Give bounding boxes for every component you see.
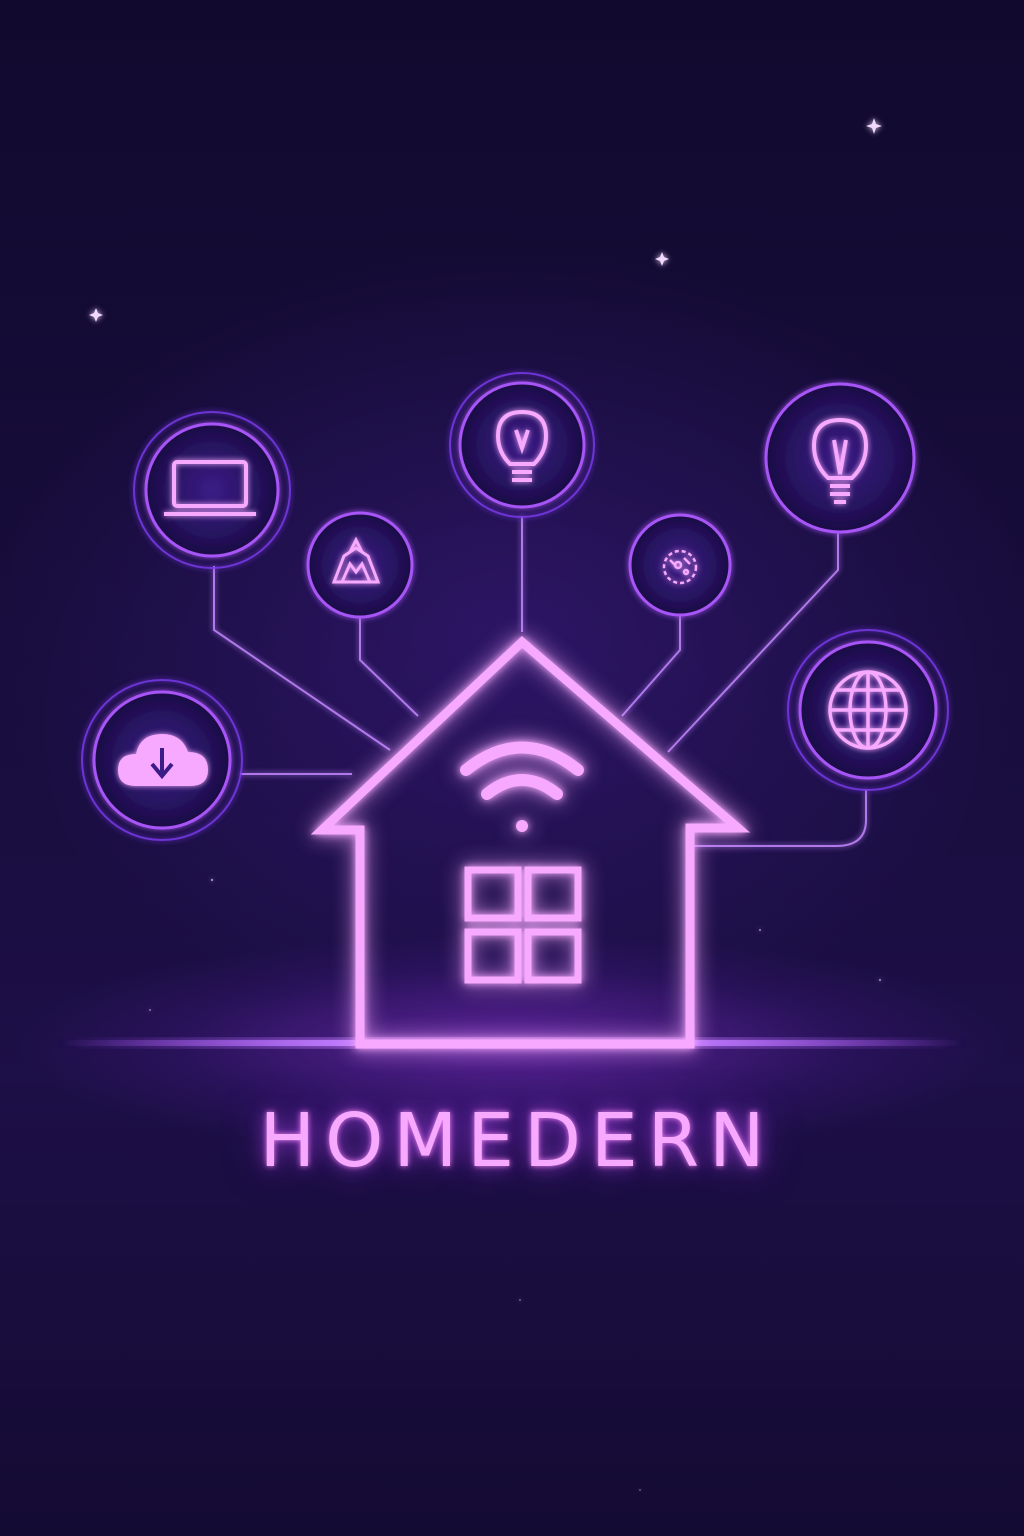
poster: HOMEDERN <box>0 0 1024 1536</box>
smart-home-illustration <box>60 118 964 1491</box>
node-pyramid-device <box>306 511 414 619</box>
node-gear-chip <box>628 513 732 617</box>
star-sparkle <box>655 252 669 266</box>
connection-line <box>359 612 419 717</box>
house-outline <box>310 635 751 1049</box>
node-laptop <box>133 411 291 569</box>
node-bulb-center <box>449 372 595 518</box>
window-icon <box>464 866 582 984</box>
globe-icon <box>828 670 908 750</box>
node-cloud-download <box>81 679 243 841</box>
brand-name: HOMEDERN <box>259 1098 775 1184</box>
star-sparkle <box>866 118 882 134</box>
connection-line <box>621 612 681 717</box>
star-sparkle <box>89 308 103 322</box>
connection-line <box>690 790 867 847</box>
node-bulb-right <box>764 382 916 534</box>
wifi-icon <box>460 741 584 832</box>
node-globe <box>787 629 949 791</box>
